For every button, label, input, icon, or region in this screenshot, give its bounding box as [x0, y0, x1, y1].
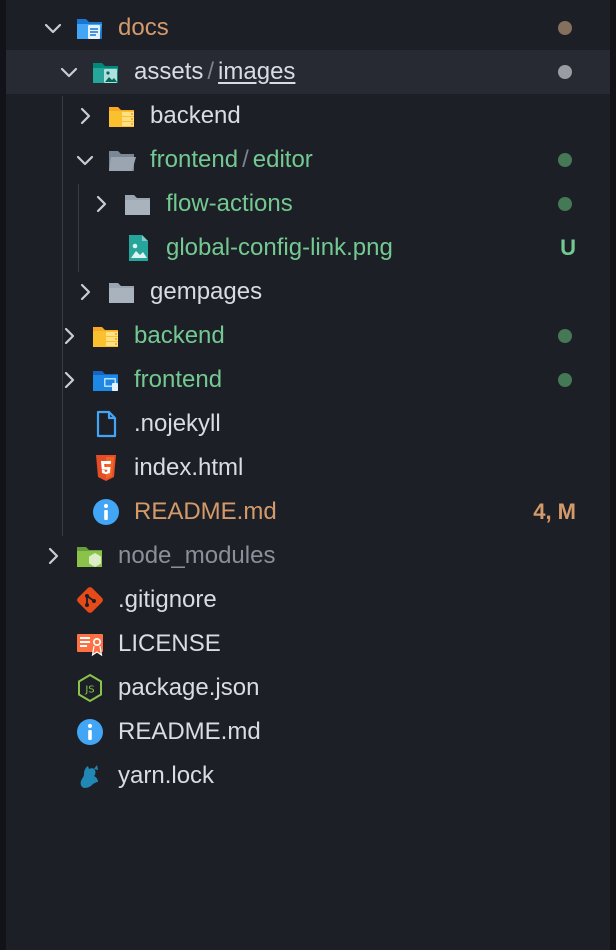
tree-item-node-modules[interactable]: node_modules: [6, 534, 610, 578]
tree-item-label: README.md: [118, 710, 261, 754]
chevron-right-icon[interactable]: [72, 279, 98, 305]
chevron-right-icon[interactable]: [72, 103, 98, 129]
tree-item-label: global-config-link.png: [166, 226, 393, 270]
git-status-badge: 4, M: [533, 499, 576, 524]
label-text: yarn.lock: [118, 762, 215, 789]
chevron-down-icon[interactable]: [40, 15, 66, 41]
tree-item-label: yarn.lock: [118, 754, 214, 798]
yarn-icon: [74, 760, 106, 792]
tree-item-label: backend: [134, 314, 225, 358]
label-text: docs: [118, 14, 169, 41]
label-text: .nojekyll: [134, 410, 221, 437]
label-text: .gitignore: [118, 586, 217, 613]
tree-item-label: node_modules: [118, 534, 275, 578]
file-icon: [90, 408, 122, 440]
tree-item-flow-actions[interactable]: flow-actions: [6, 182, 610, 226]
path-separator: /: [242, 146, 249, 173]
tree-item-label: docs: [118, 6, 169, 50]
label-text: node_modules: [118, 542, 276, 569]
tree-item-label: assets / images: [134, 50, 295, 94]
tree-item-label: gempages: [150, 270, 262, 314]
folder-docs-open-icon: [74, 12, 106, 44]
label-text: global-config-link.png: [166, 234, 393, 261]
svg-text:JS: JS: [84, 685, 94, 696]
folder-images-open-icon: [90, 56, 122, 88]
label-text: README.md: [134, 498, 277, 525]
tree-item-label: backend: [150, 94, 241, 138]
label-text-compact: images: [218, 58, 296, 85]
label-text: frontend: [134, 366, 223, 393]
nodejs-folder-icon: [74, 540, 106, 572]
git-status-dot: [558, 21, 572, 35]
tree-item-label: package.json: [118, 666, 259, 710]
label-text: backend: [150, 102, 241, 129]
folder-open-icon: [106, 144, 138, 176]
tree-item-backend[interactable]: backend: [6, 314, 610, 358]
tree-item-readme-root[interactable]: README.md: [6, 710, 610, 754]
git-status-badge: U: [560, 235, 576, 260]
tree-item-backend-sub[interactable]: backend: [6, 94, 610, 138]
tree-item-label: frontend / editor: [150, 138, 313, 182]
chevron-right-icon[interactable]: [56, 323, 82, 349]
tree-item-yarn-lock[interactable]: yarn.lock: [6, 754, 610, 798]
tree-item-readme-docs[interactable]: README.md 4, M: [6, 490, 610, 534]
chevron-right-icon[interactable]: [40, 543, 66, 569]
tree-item-frontend[interactable]: frontend: [6, 358, 610, 402]
tree-item-nojekyll[interactable]: .nojekyll: [6, 402, 610, 446]
tree-item-global-config-link[interactable]: global-config-link.png U: [6, 226, 610, 270]
folder-backend-icon: [106, 100, 138, 132]
folder-frontend-icon: [90, 364, 122, 396]
tree-item-label: index.html: [134, 446, 243, 490]
tree-item-package-json[interactable]: JS package.json: [6, 666, 610, 710]
label-text: flow-actions: [166, 190, 293, 217]
git-icon: [74, 584, 106, 616]
git-status-dot: [558, 65, 572, 79]
tree-item-gitignore[interactable]: .gitignore: [6, 578, 610, 622]
tree-item-label: .nojekyll: [134, 402, 221, 446]
tree-item-gempages[interactable]: gempages: [6, 270, 610, 314]
tree-item-license[interactable]: LICENSE: [6, 622, 610, 666]
chevron-right-icon[interactable]: [56, 367, 82, 393]
label-text: assets: [134, 58, 204, 85]
chevron-down-icon[interactable]: [56, 59, 82, 85]
file-explorer: docs assets / images backend frontend / edit…: [6, 0, 610, 950]
tree-item-label: LICENSE: [118, 622, 221, 666]
label-text: README.md: [118, 718, 261, 745]
tree-item-docs[interactable]: docs: [6, 6, 610, 50]
tree-item-frontend-editor[interactable]: frontend / editor: [6, 138, 610, 182]
git-status-dot: [558, 329, 572, 343]
label-text: frontend: [150, 146, 239, 173]
info-icon: [90, 496, 122, 528]
tree-item-label: .gitignore: [118, 578, 217, 622]
git-status-dot: [558, 197, 572, 211]
label-text: LICENSE: [118, 630, 221, 657]
image-file-icon: [122, 232, 154, 264]
html5-icon: [90, 452, 122, 484]
folder-backend-icon: [90, 320, 122, 352]
tree-item-label: flow-actions: [166, 182, 293, 226]
git-status-dot: [558, 153, 572, 167]
label-text: backend: [134, 322, 225, 349]
tree-item-label: README.md: [134, 490, 277, 534]
git-status-dot: [558, 373, 572, 387]
tree-item-label: frontend: [134, 358, 222, 402]
label-text: index.html: [134, 454, 244, 481]
info-icon: [74, 716, 106, 748]
nodejs-icon: JS: [74, 672, 106, 704]
license-icon: [74, 628, 106, 660]
chevron-down-icon[interactable]: [72, 147, 98, 173]
path-separator: /: [207, 58, 215, 85]
chevron-right-icon[interactable]: [88, 191, 114, 217]
label-text-compact: editor: [252, 146, 313, 173]
folder-icon: [106, 276, 138, 308]
tree-item-assets-images[interactable]: assets / images: [6, 50, 610, 94]
label-text: gempages: [150, 278, 263, 305]
tree-item-index-html[interactable]: index.html: [6, 446, 610, 490]
folder-icon: [122, 188, 154, 220]
label-text: package.json: [118, 674, 260, 701]
